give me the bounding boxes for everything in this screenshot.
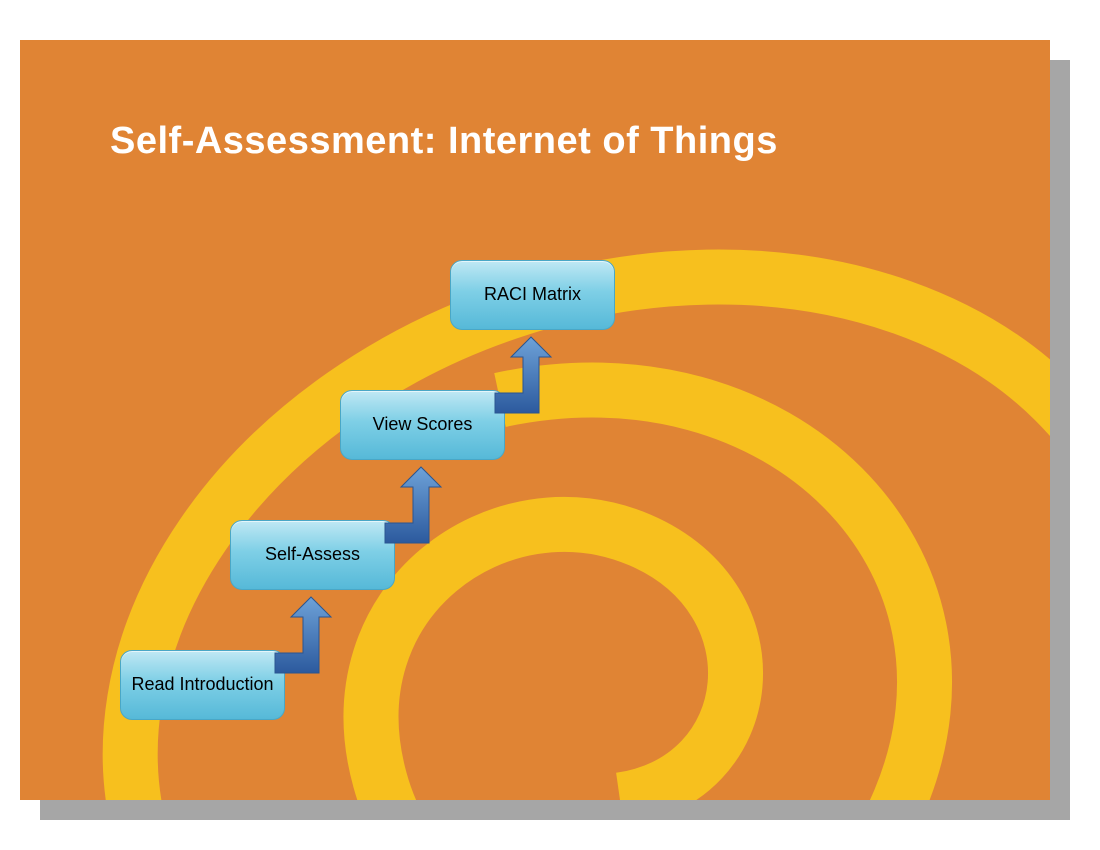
step-label: Self-Assess	[265, 544, 360, 566]
slide-canvas: Self-Assessment: Internet of Things Read…	[20, 40, 1050, 800]
step-label: View Scores	[373, 414, 473, 436]
step-raci-matrix[interactable]: RACI Matrix	[450, 260, 615, 330]
step-label: RACI Matrix	[484, 284, 581, 306]
arrow-up-icon	[375, 465, 445, 545]
step-view-scores[interactable]: View Scores	[340, 390, 505, 460]
step-label: Read Introduction	[131, 674, 273, 696]
step-read-introduction[interactable]: Read Introduction	[120, 650, 285, 720]
step-self-assess[interactable]: Self-Assess	[230, 520, 395, 590]
slide-title: Self-Assessment: Internet of Things	[110, 120, 778, 163]
arrow-up-icon	[265, 595, 335, 675]
arrow-up-icon	[485, 335, 555, 415]
